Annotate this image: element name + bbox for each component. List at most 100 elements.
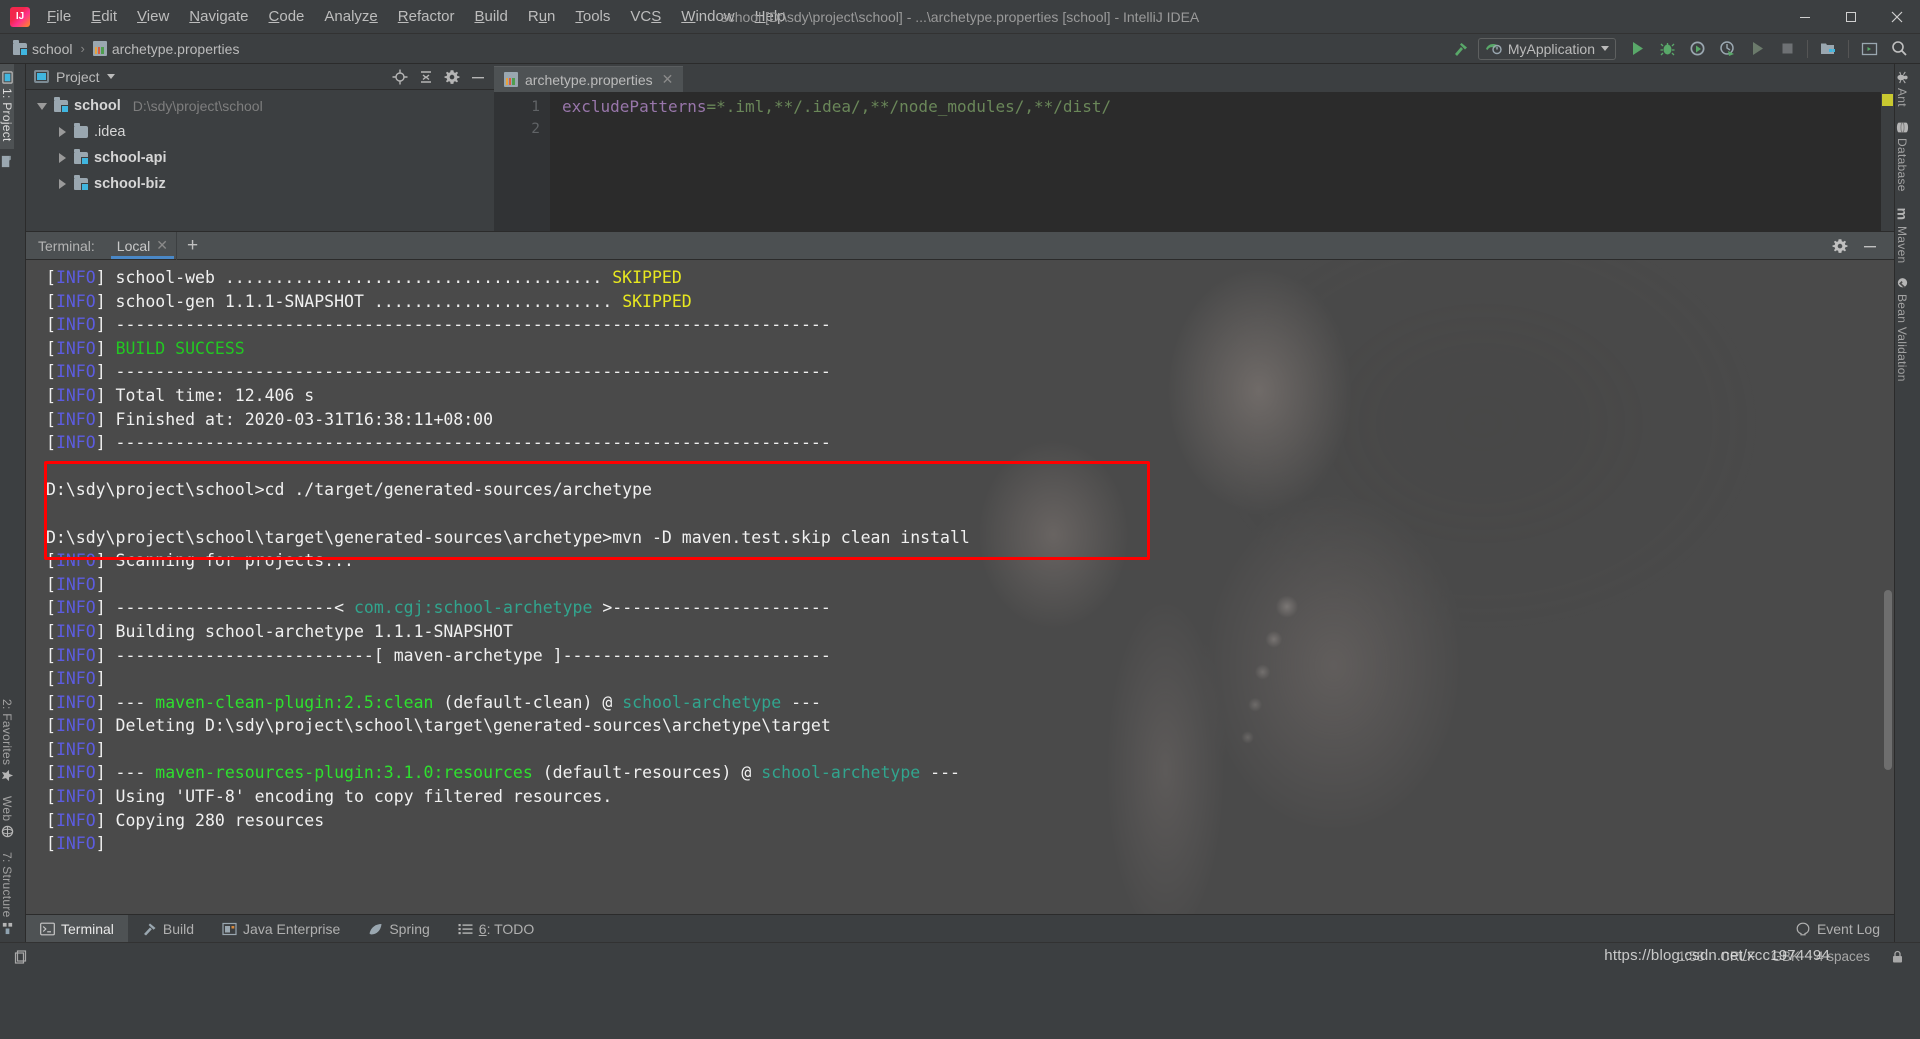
status-bar: https://blog.csdn.net/xcc1974494 1:58 CR…: [0, 942, 1920, 970]
terminal-line: [INFO] Building school-archetype 1.1.1-S…: [46, 620, 1894, 644]
terminal-output[interactable]: [INFO] school-web ......................…: [26, 260, 1894, 914]
tab-label: 6: TODO: [479, 921, 535, 937]
menu-run[interactable]: Run: [519, 4, 565, 29]
event-log-group[interactable]: Event Log: [1796, 921, 1894, 937]
left-tool-rail: 1: Project 2: Favorites Web: [0, 64, 26, 942]
tab-terminal[interactable]: Terminal: [26, 915, 128, 943]
run-button[interactable]: [1624, 37, 1650, 61]
terminal-line: [INFO] --------------------------[ maven…: [46, 644, 1894, 668]
terminal-scrollbar[interactable]: [1882, 260, 1894, 914]
settings-button[interactable]: [440, 66, 464, 88]
terminal-settings-button[interactable]: [1828, 235, 1852, 257]
tree-item-label: school-biz: [94, 176, 166, 192]
close-icon[interactable]: ✕: [156, 237, 168, 254]
debug-button[interactable]: [1654, 37, 1680, 61]
expand-toggle[interactable]: [56, 179, 68, 189]
new-terminal-tab-button[interactable]: +: [177, 236, 208, 255]
caret-position[interactable]: 1:58: [1678, 949, 1704, 964]
menu-refactor[interactable]: Refactor: [389, 4, 464, 29]
tree-item-school[interactable]: school D:\sdy\project\school: [26, 93, 494, 119]
menu-file[interactable]: File: [38, 4, 80, 29]
sidebar-item-favorites[interactable]: 2: Favorites: [0, 692, 14, 789]
top-split: Project: [26, 64, 1894, 232]
folder-module-icon: [13, 43, 27, 55]
menu-help[interactable]: Help: [746, 4, 795, 29]
menu-build[interactable]: Build: [465, 4, 516, 29]
tab-build[interactable]: Build: [128, 915, 208, 943]
java-enterprise-icon: [222, 922, 237, 936]
code-editor[interactable]: 12 excludePatterns=*.iml,**/.idea/,**/no…: [494, 92, 1894, 231]
tab-label: Terminal: [61, 921, 114, 937]
breadcrumb-item-school[interactable]: school: [10, 40, 75, 58]
search-everywhere-button[interactable]: [1886, 37, 1912, 61]
expand-toggle[interactable]: [56, 153, 68, 163]
toggle-layout-button[interactable]: [10, 947, 32, 967]
rerun-button[interactable]: [1744, 37, 1770, 61]
terminal-line: [INFO] school-gen 1.1.1-SNAPSHOT .......…: [46, 290, 1894, 314]
indent-setting[interactable]: 4 spaces: [1816, 949, 1870, 964]
collapse-all-button[interactable]: [414, 66, 438, 88]
scrollbar-thumb[interactable]: [1884, 590, 1892, 770]
menu-window[interactable]: Window: [672, 4, 743, 29]
profile-button[interactable]: [1714, 37, 1740, 61]
editor-tab-archetype-properties[interactable]: archetype.properties ✕: [494, 66, 683, 92]
breadcrumb-label: archetype.properties: [112, 41, 240, 57]
terminal-line: D:\sdy\project\school\target\generated-s…: [46, 526, 1894, 550]
sidebar-item-structure[interactable]: 7: Structure: [0, 845, 14, 942]
sidebar-item-folder[interactable]: [0, 149, 13, 174]
breadcrumb-item-file[interactable]: archetype.properties: [90, 40, 243, 58]
terminal-line: [INFO] Copying 280 resources: [46, 809, 1894, 833]
project-tool-window: Project: [26, 64, 494, 231]
tree-item-idea[interactable]: .idea: [26, 119, 494, 145]
hammer-icon: [142, 922, 157, 936]
sidebar-item-database[interactable]: Database: [1895, 114, 1909, 199]
maximize-button[interactable]: [1828, 0, 1874, 34]
sidebar-item-web[interactable]: Web: [0, 789, 14, 845]
run-configuration-selector[interactable]: MyApplication: [1478, 38, 1616, 60]
terminal-hide-button[interactable]: [1858, 235, 1882, 257]
sidebar-item-project[interactable]: 1: Project: [0, 64, 14, 149]
menu-analyze[interactable]: Analyze: [315, 4, 386, 29]
sidebar-item-maven[interactable]: m Maven: [1895, 199, 1909, 271]
close-button[interactable]: [1874, 0, 1920, 34]
expand-toggle[interactable]: [36, 103, 48, 110]
sidebar-label: Ant: [1895, 88, 1909, 107]
debug-icon: [1659, 40, 1676, 57]
menu-view[interactable]: View: [128, 4, 178, 29]
editor-scrollbar[interactable]: [1881, 92, 1894, 231]
menu-edit[interactable]: Edit: [82, 4, 126, 29]
stop-button[interactable]: [1774, 37, 1800, 61]
minimize-button[interactable]: [1782, 0, 1828, 34]
code-content[interactable]: excludePatterns=*.iml,**/.idea/,**/node_…: [550, 92, 1894, 231]
menu-vcs[interactable]: VCS: [621, 4, 670, 29]
chevron-down-icon[interactable]: [107, 74, 115, 79]
sidebar-item-bean-validation[interactable]: Bean Validation: [1895, 270, 1909, 389]
menu-code[interactable]: Code: [260, 4, 314, 29]
menu-navigate[interactable]: Navigate: [180, 4, 257, 29]
project-structure-button[interactable]: [1815, 37, 1841, 61]
build-hammer-icon: [1452, 40, 1470, 58]
tree-item-school-biz[interactable]: school-biz: [26, 171, 494, 197]
locate-target-button[interactable]: [388, 66, 412, 88]
hide-panel-button[interactable]: [466, 66, 490, 88]
file-encoding[interactable]: GBK: [1771, 949, 1800, 964]
project-panel-title-group[interactable]: Project: [34, 69, 115, 85]
tab-todo[interactable]: 6: TODO: [444, 915, 549, 943]
terminal-line: [INFO]: [46, 667, 1894, 691]
project-tree: school D:\sdy\project\school .idea schoo…: [26, 90, 494, 231]
read-only-lock-button[interactable]: [1886, 947, 1908, 967]
tab-spring[interactable]: Spring: [354, 915, 443, 943]
line-separator[interactable]: CRLF: [1720, 949, 1755, 964]
run-with-coverage-button[interactable]: [1684, 37, 1710, 61]
terminal-window-button[interactable]: [1856, 37, 1882, 61]
tab-java-enterprise[interactable]: Java Enterprise: [208, 915, 354, 943]
sidebar-item-ant[interactable]: Ant: [1895, 64, 1909, 114]
sidebar-label: 2: Favorites: [0, 699, 14, 765]
build-hammer-button[interactable]: [1448, 37, 1474, 61]
expand-toggle[interactable]: [56, 127, 68, 137]
tree-item-school-api[interactable]: school-api: [26, 145, 494, 171]
terminal-tab-local[interactable]: Local ✕: [109, 232, 176, 259]
menu-tools[interactable]: Tools: [566, 4, 619, 29]
editor-marker: [1882, 94, 1893, 106]
close-icon[interactable]: ✕: [660, 71, 676, 88]
